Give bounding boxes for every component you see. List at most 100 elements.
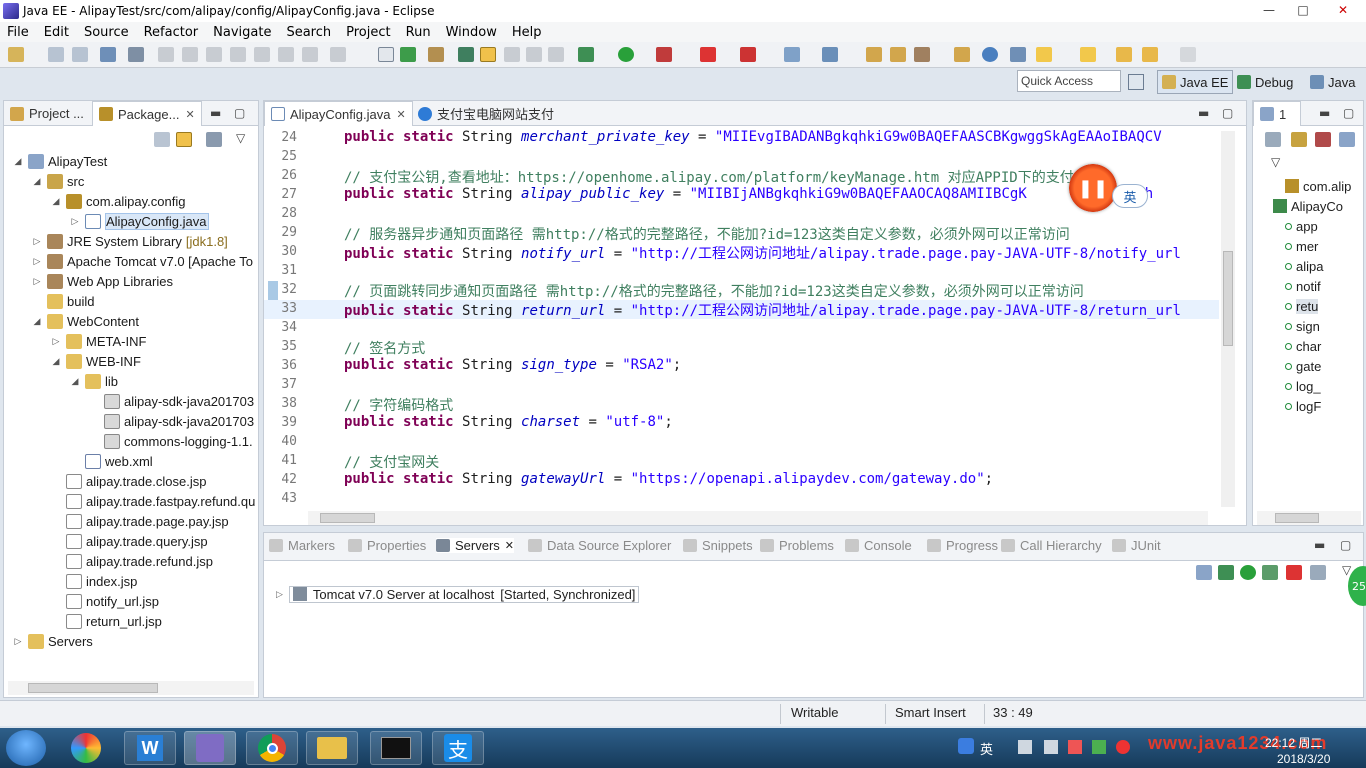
outline-hscroll[interactable]	[1257, 511, 1361, 525]
alipay-icon[interactable]: 支	[432, 731, 484, 765]
expand-arrow-icon[interactable]: ◢	[69, 376, 81, 387]
outline-item[interactable]: mer	[1285, 236, 1318, 256]
start-button[interactable]	[6, 730, 46, 766]
hide-fields-icon[interactable]	[1291, 132, 1307, 147]
tab-snippets[interactable]: Snippets	[683, 538, 753, 553]
tree-item[interactable]: web.xml	[69, 451, 153, 471]
terminate-icon[interactable]	[206, 47, 222, 62]
tray-network-icon[interactable]	[1018, 740, 1032, 754]
show-whitespace-icon[interactable]	[548, 47, 564, 62]
web-browser-icon[interactable]	[400, 47, 416, 62]
explorer-icon[interactable]	[306, 731, 358, 765]
filters-icon[interactable]	[206, 132, 222, 147]
tab-junit[interactable]: JUnit	[1112, 538, 1161, 553]
expand-arrow-icon[interactable]: ▷	[12, 636, 24, 647]
external-tools-icon[interactable]	[740, 47, 756, 62]
editor-hscroll[interactable]	[308, 511, 1208, 525]
forward-icon[interactable]	[1142, 47, 1158, 62]
tree-item[interactable]: index.jsp	[50, 571, 137, 591]
skip-breakpoints-icon[interactable]	[128, 47, 144, 62]
new-icon[interactable]	[8, 47, 24, 62]
expand-arrow-icon[interactable]: ◢	[50, 196, 62, 207]
terminal-icon[interactable]	[100, 47, 116, 62]
maximize-icon[interactable]: ▢	[1222, 106, 1233, 120]
outline-item[interactable]: sign	[1285, 316, 1320, 336]
tab-alipay-web-pay[interactable]: 支付宝电脑网站支付	[412, 101, 560, 126]
code-line[interactable]: 29 // 服务器异步通知页面路径 需http://格式的完整路径，不能加?id=…	[264, 224, 1219, 243]
prev-edit-icon[interactable]	[1010, 47, 1026, 62]
outline-item[interactable]: AlipayCo	[1273, 196, 1343, 216]
tray-display-icon[interactable]	[1044, 740, 1058, 754]
hide-nonpublic-icon[interactable]	[1339, 132, 1355, 147]
tree-item[interactable]: commons-logging-1.1.	[88, 431, 253, 451]
cmd-icon[interactable]	[370, 731, 422, 765]
sort-icon[interactable]	[1265, 132, 1281, 147]
menu-search[interactable]: Search	[279, 25, 339, 40]
code-line[interactable]: 34	[264, 319, 1219, 338]
tree-item[interactable]: ◢ WEB-INF	[50, 351, 141, 371]
editor-hscroll-thumb[interactable]	[320, 513, 375, 523]
tree-item[interactable]: ▷ JRE System Library [jdk1.8]	[31, 231, 228, 251]
hide-static-icon[interactable]	[1315, 132, 1331, 147]
menu-source[interactable]: Source	[77, 25, 137, 40]
back-icon[interactable]	[1116, 47, 1132, 62]
drop-frame-icon[interactable]	[330, 47, 346, 62]
link-editor-icon[interactable]	[176, 132, 192, 147]
wps-writer-icon[interactable]: W	[124, 731, 176, 765]
outline-item[interactable]: notif	[1285, 276, 1321, 296]
disconnect-icon[interactable]	[230, 47, 246, 62]
code-line[interactable]: 35 // 签名方式	[264, 338, 1219, 357]
debug-server-icon[interactable]	[1218, 565, 1234, 580]
tree-item[interactable]: alipay.trade.fastpay.refund.qu	[50, 491, 255, 511]
mark-occurrences-icon[interactable]	[480, 47, 496, 62]
globe-icon[interactable]	[982, 47, 998, 62]
tree-item[interactable]: ◢ com.alipay.config	[50, 191, 185, 211]
expand-arrow-icon[interactable]: ▷	[31, 256, 43, 267]
outline-item[interactable]: logF	[1285, 396, 1321, 416]
editor-vscroll-thumb[interactable]	[1223, 251, 1233, 346]
tree-item[interactable]: ▷ Web App Libraries	[31, 271, 173, 291]
tree-item[interactable]: ▷ AlipayConfig.java	[69, 211, 210, 231]
menu-window[interactable]: Window	[439, 25, 505, 40]
maximize-icon[interactable]: ▢	[234, 106, 245, 120]
expand-arrow-icon[interactable]: ▷	[69, 216, 81, 227]
code-line[interactable]: 31	[264, 262, 1219, 281]
next-icon[interactable]	[1080, 47, 1096, 62]
expand-arrow-icon[interactable]: ◢	[31, 316, 43, 327]
maximize-button[interactable]: □	[1286, 0, 1320, 20]
tree-item[interactable]: build	[31, 291, 94, 311]
tray-shield-icon[interactable]	[1092, 740, 1106, 754]
expand-arrow-icon[interactable]: ◢	[50, 356, 62, 367]
tree-item[interactable]: ▷ Apache Tomcat v7.0 [Apache To	[31, 251, 253, 271]
tree-item[interactable]: alipay.trade.page.pay.jsp	[50, 511, 229, 531]
eclipse-taskbar-icon[interactable]	[184, 731, 236, 765]
quick-access-input[interactable]: Quick Access	[1017, 70, 1121, 92]
open-perspective-icon[interactable]	[1128, 74, 1144, 90]
tree-item[interactable]: alipay-sdk-java201703	[88, 391, 254, 411]
tab-outline[interactable]: 1	[1253, 101, 1301, 126]
code-line[interactable]: 38 // 字符编码格式	[264, 395, 1219, 414]
code-line[interactable]: 28	[264, 205, 1219, 224]
tree-item[interactable]: ◢ src	[31, 171, 84, 191]
code-line[interactable]: 25	[264, 148, 1219, 167]
close-icon[interactable]: ✕	[505, 539, 514, 552]
ime-tray-icon[interactable]	[958, 738, 974, 754]
pin-icon[interactable]	[1036, 47, 1052, 62]
menu-navigate[interactable]: Navigate	[206, 25, 279, 40]
ime-indicator[interactable]: 英	[1112, 184, 1148, 208]
tab-servers[interactable]: Servers ✕	[436, 538, 515, 553]
expand-arrow-icon[interactable]: ▷	[50, 336, 62, 347]
tab-properties[interactable]: Properties	[348, 538, 426, 553]
tab-markers[interactable]: Markers	[269, 538, 335, 553]
tree-item[interactable]: ◢ AlipayTest	[12, 151, 107, 171]
server-entry[interactable]: ▷ Tomcat v7.0 Server at localhost [Start…	[276, 585, 640, 603]
tree-item[interactable]: notify_url.jsp	[50, 591, 159, 611]
step-return-icon[interactable]	[302, 47, 318, 62]
perspective-java[interactable]: Java	[1310, 70, 1355, 94]
menu-refactor[interactable]: Refactor	[137, 25, 207, 40]
stop-server-icon[interactable]	[700, 47, 716, 62]
explorer-hscroll-thumb[interactable]	[28, 683, 158, 693]
save-icon[interactable]	[48, 47, 64, 62]
step-over-icon[interactable]	[278, 47, 294, 62]
open-resource-icon[interactable]	[890, 47, 906, 62]
